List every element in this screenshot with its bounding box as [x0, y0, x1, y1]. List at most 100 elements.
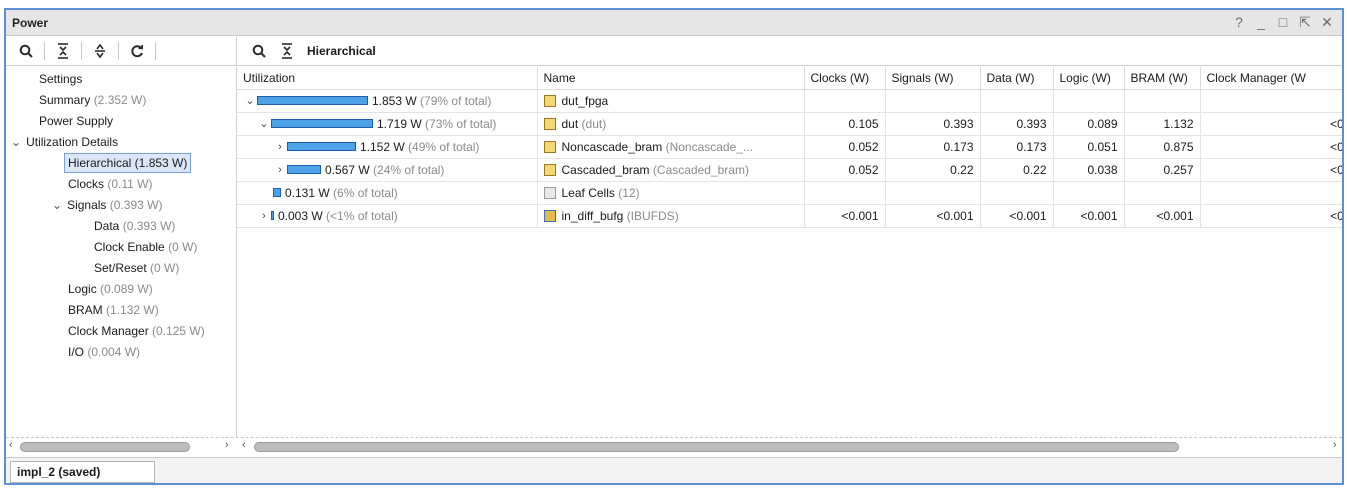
chevron-down-icon[interactable]: ⌄	[11, 135, 21, 149]
utilization-bar	[257, 96, 368, 105]
table-row[interactable]: ⌄ 1.853 W (79% of total) dut_fpga	[237, 89, 1342, 113]
column-header-name[interactable]: Name	[537, 67, 805, 90]
instance-type: (12)	[618, 185, 640, 200]
nav-item-label: Utilization Details	[26, 135, 119, 149]
table-row[interactable]: › 0.567 W (24% of total) Cascaded_bram (…	[237, 158, 1342, 182]
restore-icon[interactable]: □	[1276, 14, 1290, 31]
nav-item-io[interactable]: I/O (0.004 W)	[68, 342, 140, 362]
top-module-icon	[543, 94, 556, 107]
close-icon[interactable]: ✕	[1320, 14, 1334, 31]
nav-item-set-reset[interactable]: Set/Reset (0 W)	[94, 258, 179, 278]
left-scrollbar-thumb[interactable]	[20, 442, 190, 452]
utilization-cell: 0.131 W (6% of total)	[237, 181, 538, 205]
module-icon	[543, 140, 556, 153]
instance-name: Cascaded_bram	[561, 162, 650, 177]
chevron-right-icon[interactable]: ›	[257, 210, 271, 222]
module-icon	[543, 117, 556, 130]
left-scrollbar-track[interactable]	[20, 442, 220, 452]
chevron-right-icon[interactable]: ›	[273, 164, 287, 176]
chevron-down-icon[interactable]: ⌄	[52, 198, 62, 212]
nav-item-power-supply[interactable]: Power Supply	[39, 111, 113, 131]
nav-item-signals[interactable]: ⌄ Signals (0.393 W)	[52, 195, 162, 215]
clocks-cell: 0.052	[804, 158, 886, 182]
utilization-cell: › 0.003 W (<1% of total)	[237, 204, 538, 228]
scroll-left-icon[interactable]: ‹	[9, 439, 13, 451]
nav-item-clock-manager[interactable]: Clock Manager (0.125 W)	[68, 321, 205, 341]
nav-item-value: (0.089 W)	[100, 282, 153, 296]
chevron-down-icon[interactable]: ⌄	[257, 117, 271, 130]
table-row[interactable]: › 1.152 W (49% of total) Noncascade_bram…	[237, 135, 1342, 159]
float-icon[interactable]: ⇱	[1298, 14, 1312, 31]
toolbar-separator	[44, 42, 45, 60]
name-cell: Leaf Cells (12)	[537, 181, 805, 205]
nav-item-hierarchical[interactable]: Hierarchical (1.853 W)	[64, 153, 192, 173]
minimize-icon[interactable]: _	[1254, 14, 1268, 31]
search-icon[interactable]	[245, 39, 273, 63]
nav-item-settings[interactable]: Settings	[39, 69, 82, 89]
nav-item-label: I/O	[68, 345, 85, 359]
run-tab[interactable]: impl_2 (saved)	[10, 461, 155, 483]
column-header-clocks[interactable]: Clocks (W)	[804, 67, 886, 90]
power-table: Utilization Name Clocks (W) Signals (W) …	[237, 67, 1342, 437]
clock-manager-cell: <0.00	[1200, 112, 1342, 136]
nav-item-label: Power Supply	[39, 114, 114, 128]
utilization-value: 0.131 W	[285, 185, 330, 200]
bram-cell	[1124, 89, 1201, 113]
nav-item-label: Clocks	[68, 177, 105, 191]
nav-item-utilization-details[interactable]: ⌄ Utilization Details	[11, 132, 118, 152]
column-header-utilization[interactable]: Utilization	[237, 67, 538, 90]
table-row[interactable]: ⌄ 1.719 W (73% of total) dut (dut) 0.105…	[237, 112, 1342, 136]
utilization-percent: (73% of total)	[425, 116, 497, 131]
instance-type: (dut)	[581, 116, 607, 131]
column-header-data[interactable]: Data (W)	[980, 67, 1054, 90]
table-row[interactable]: › 0.003 W (<1% of total) in_diff_bufg (I…	[237, 204, 1342, 228]
nav-item-data[interactable]: Data (0.393 W)	[94, 216, 175, 236]
scroll-left-icon[interactable]: ‹	[242, 439, 246, 451]
horizontal-scrollbars: ‹ › ‹ ›	[6, 437, 1342, 455]
utilization-percent: (79% of total)	[420, 93, 492, 108]
nav-item-logic[interactable]: Logic (0.089 W)	[68, 279, 153, 299]
table-row[interactable]: 0.131 W (6% of total) Leaf Cells (12)	[237, 181, 1342, 205]
help-icon[interactable]: ?	[1232, 14, 1246, 31]
column-header-bram[interactable]: BRAM (W)	[1124, 67, 1201, 90]
right-toolbar: Hierarchical	[237, 37, 1342, 66]
nav-item-summary[interactable]: Summary (2.352 W)	[39, 90, 146, 110]
nav-item-value: (0.125 W)	[152, 324, 205, 338]
instance-name: dut	[561, 116, 579, 131]
table-scrollbar-track[interactable]	[254, 442, 1329, 452]
window-buttons: ? _ □ ⇱ ✕	[1232, 14, 1334, 31]
utilization-value: 1.152 W	[360, 139, 405, 154]
chevron-down-icon[interactable]: ⌄	[243, 94, 257, 107]
search-icon[interactable]	[12, 39, 40, 63]
toolbar-separator	[155, 42, 156, 60]
collapse-all-icon[interactable]	[49, 39, 77, 63]
nav-item-bram[interactable]: BRAM (1.132 W)	[68, 300, 159, 320]
logic-cell: 0.051	[1053, 135, 1125, 159]
collapse-all-icon[interactable]	[273, 39, 301, 63]
instance-type: (Noncascade_...	[665, 139, 753, 154]
clocks-cell: <0.001	[804, 204, 886, 228]
nav-item-clocks[interactable]: Clocks (0.11 W)	[68, 174, 152, 194]
scroll-right-icon[interactable]: ›	[225, 439, 229, 451]
utilization-bar	[287, 142, 356, 151]
nav-item-clock-enable[interactable]: Clock Enable (0 W)	[94, 237, 197, 257]
clock-manager-cell	[1200, 89, 1342, 113]
title-bar: Power ? _ □ ⇱ ✕	[6, 10, 1342, 36]
scroll-right-icon[interactable]: ›	[1333, 439, 1337, 451]
data-cell	[980, 181, 1054, 205]
toolbar-separator	[118, 42, 119, 60]
module-icon	[543, 163, 556, 176]
utilization-cell: › 1.152 W (49% of total)	[237, 135, 538, 159]
table-scrollbar-thumb[interactable]	[254, 442, 1179, 452]
nav-item-value: (1.132 W)	[106, 303, 159, 317]
refresh-icon[interactable]	[123, 39, 151, 63]
expand-collapse-icon[interactable]	[86, 39, 114, 63]
clocks-cell: 0.052	[804, 135, 886, 159]
column-header-logic[interactable]: Logic (W)	[1053, 67, 1125, 90]
column-header-clock-manager[interactable]: Clock Manager (W	[1200, 67, 1342, 90]
data-cell: <0.001	[980, 204, 1054, 228]
chevron-right-icon[interactable]: ›	[273, 141, 287, 153]
column-header-signals[interactable]: Signals (W)	[885, 67, 981, 90]
nav-item-value: (0 W)	[168, 240, 198, 254]
name-cell: Cascaded_bram (Cascaded_bram)	[537, 158, 805, 182]
